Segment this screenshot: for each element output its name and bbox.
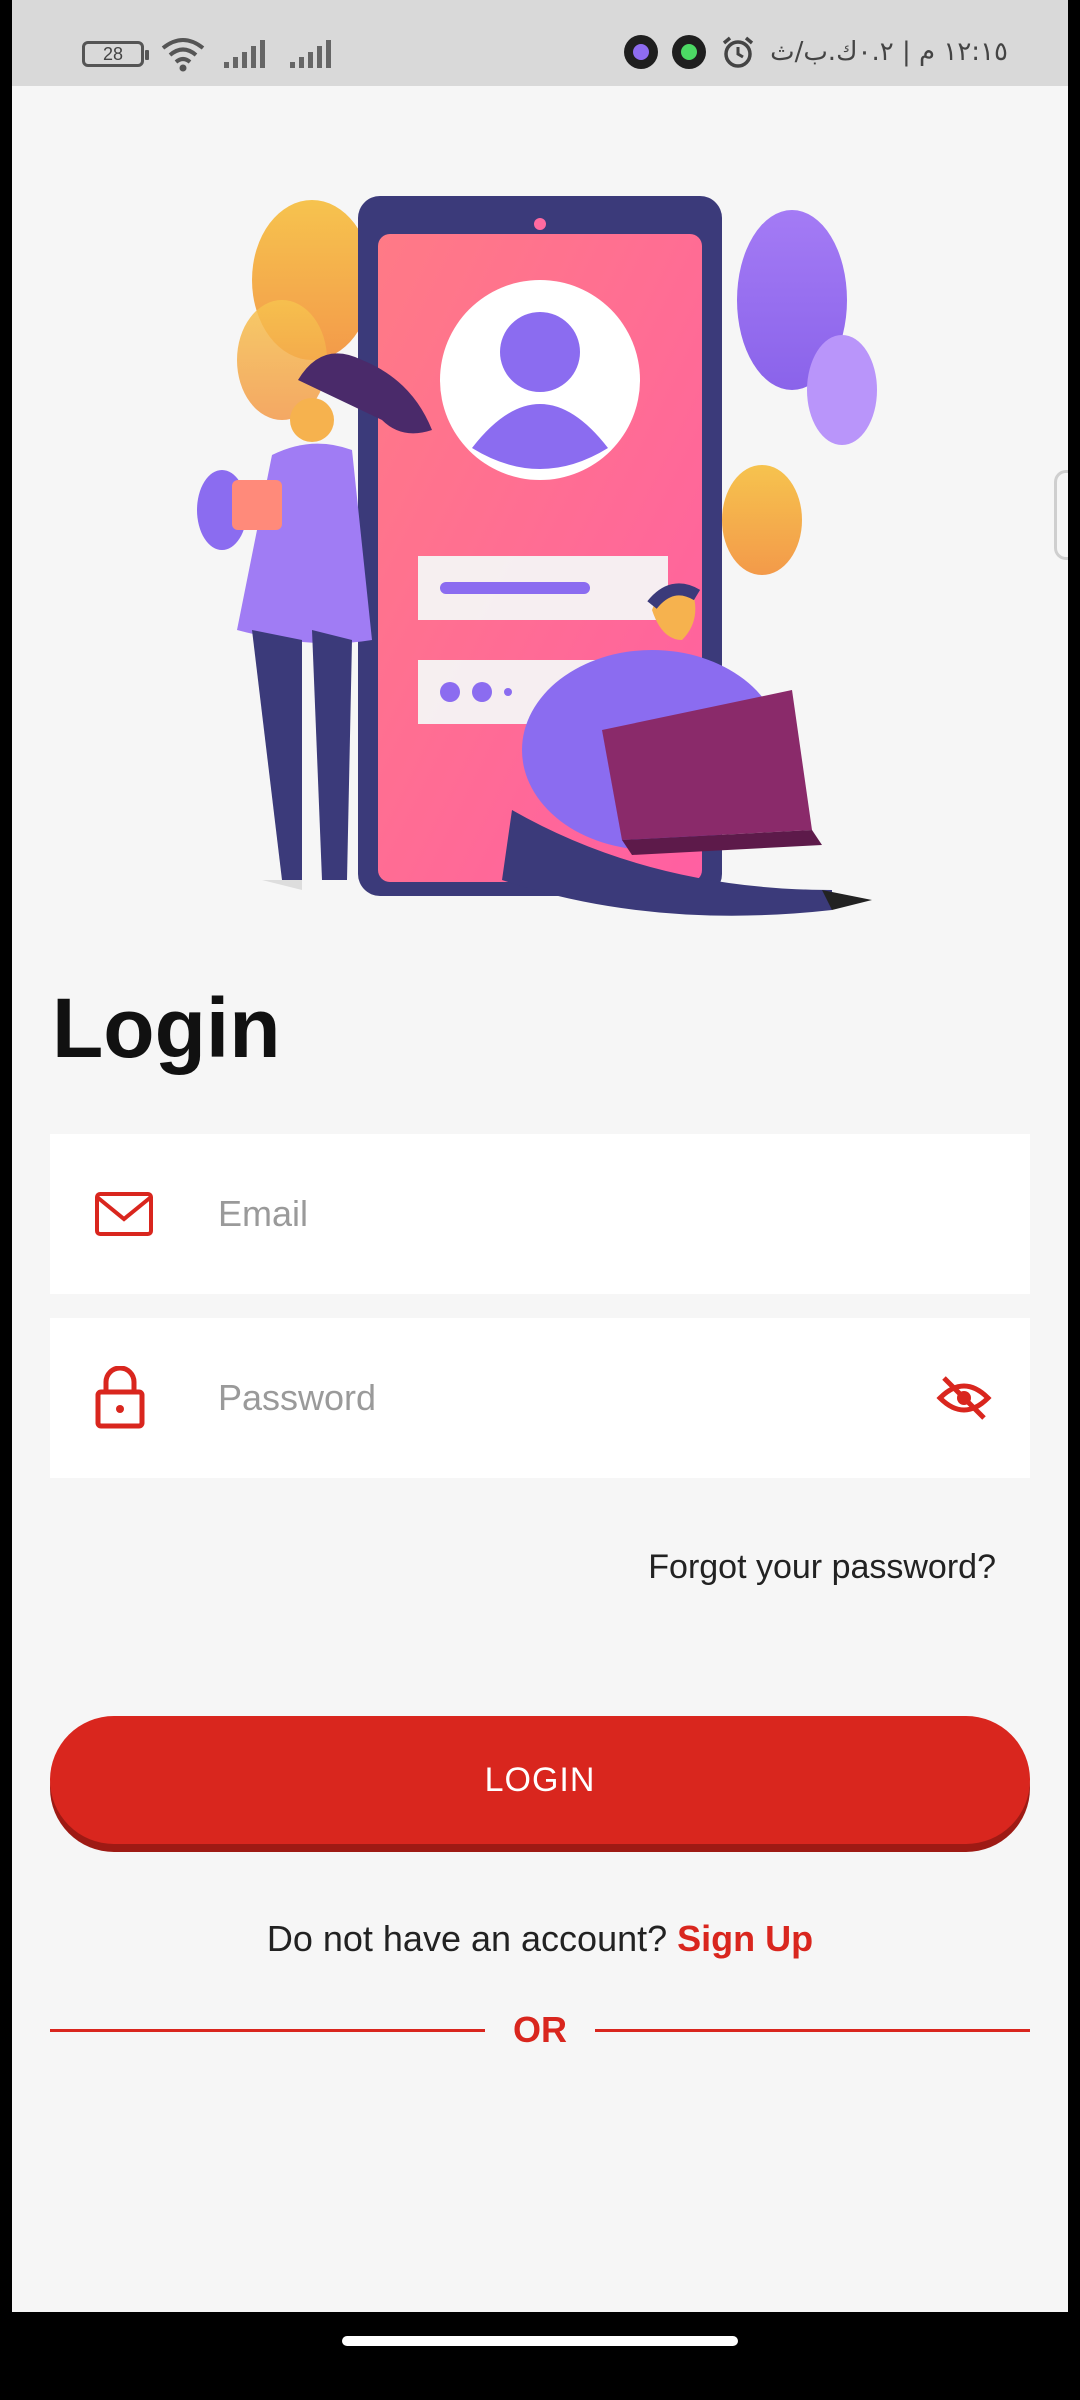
signal-icon xyxy=(288,38,338,70)
battery-icon: 28 xyxy=(82,41,149,67)
login-button-label: LOGIN xyxy=(484,1760,596,1799)
email-placeholder: Email xyxy=(218,1193,309,1234)
email-field[interactable]: Email xyxy=(50,1134,1030,1294)
divider-line-left xyxy=(50,2028,485,2032)
login-button[interactable]: LOGIN xyxy=(50,1716,1030,1844)
lock-icon xyxy=(94,1366,146,1430)
status-time: ١٢:١٥ م | ٠.٢ك.ب/ث xyxy=(770,37,1008,67)
signup-link[interactable]: Sign Up xyxy=(677,1918,813,1959)
app-icon xyxy=(624,35,659,69)
or-label: OR xyxy=(513,2009,567,2050)
mail-icon xyxy=(94,1191,154,1237)
side-panel-handle[interactable] xyxy=(1054,470,1068,560)
navigation-bar xyxy=(0,2312,1080,2400)
or-divider: OR xyxy=(50,2000,1030,2060)
signup-row: Do not have an account? Sign Up xyxy=(12,1918,1068,1960)
home-indicator[interactable] xyxy=(342,2336,738,2346)
login-illustration xyxy=(182,190,942,950)
status-bar: 28 ١٢:١٥ م | ٠.٢ك.ب/ث xyxy=(12,0,1068,86)
app-screen: 28 ١٢:١٥ م | ٠.٢ك.ب/ث Login Email Passwo… xyxy=(12,0,1068,2312)
password-field[interactable]: Password xyxy=(50,1318,1030,1478)
wifi-icon xyxy=(160,36,206,72)
app-icon xyxy=(672,35,707,69)
forgot-password-link[interactable]: Forgot your password? xyxy=(648,1548,996,1587)
eye-off-icon[interactable] xyxy=(936,1374,992,1422)
password-placeholder: Password xyxy=(218,1377,377,1418)
signup-prompt: Do not have an account? xyxy=(266,1918,668,1959)
battery-level: 28 xyxy=(102,43,124,64)
page-title: Login xyxy=(52,981,281,1075)
alarm-icon xyxy=(720,34,756,70)
divider-line-right xyxy=(595,2028,1030,2032)
signal-icon xyxy=(222,38,272,70)
